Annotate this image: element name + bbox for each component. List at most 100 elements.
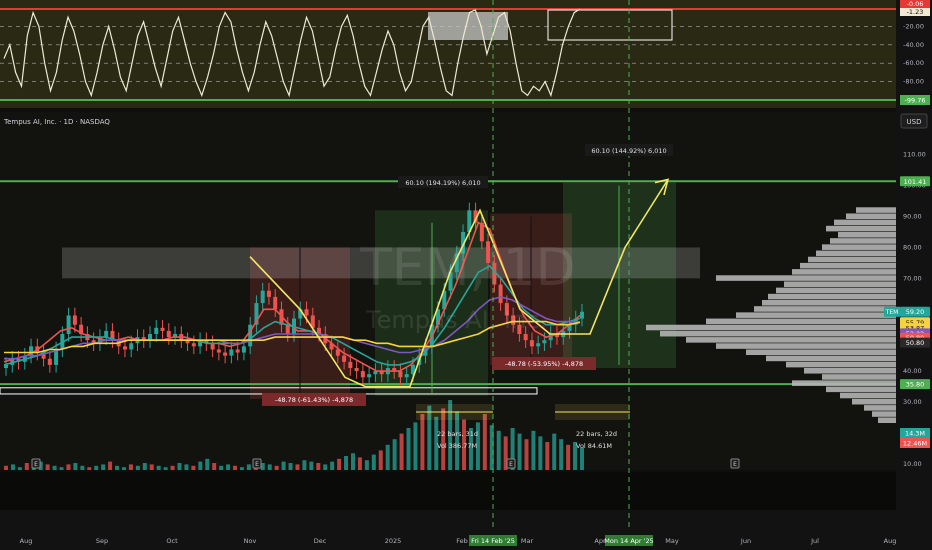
candle-body <box>542 340 547 344</box>
volume-bar <box>350 453 355 470</box>
volume-bar <box>496 430 501 470</box>
volume-bar <box>80 465 85 470</box>
time-tick: Aug <box>20 537 33 545</box>
volume-bar <box>399 433 404 470</box>
volume-bar <box>212 463 217 470</box>
currency-label: USD <box>907 118 922 126</box>
time-tick: Dec <box>314 537 327 545</box>
volume-bar <box>108 461 113 470</box>
volume-bar <box>371 454 376 470</box>
tradingview-chart[interactable]: Tempus AI, Inc. · 1D · NASDAQ USD TEM, 1… <box>0 0 932 550</box>
symbol-title[interactable]: Tempus AI, Inc. · 1D · NASDAQ <box>3 118 110 126</box>
volume-bar <box>455 411 460 470</box>
volume-bar <box>191 465 196 470</box>
candle-body <box>72 315 77 325</box>
price-tick: 90.00 <box>903 213 922 221</box>
range-vol-1: Vol 386.77M <box>437 442 477 450</box>
lower-pane <box>0 472 896 510</box>
volume-bar <box>559 439 564 470</box>
volume-bar <box>302 460 307 470</box>
time-tick: Sep <box>96 537 108 545</box>
volume-profile-row <box>660 330 896 337</box>
measure-loss-2: -48.78 (-53.95%) -4,878 <box>505 360 583 368</box>
volume-profile-row <box>872 411 896 417</box>
volume-bar <box>121 467 126 470</box>
oscillator-tick: -40.00 <box>903 41 924 49</box>
date-range-box <box>416 404 493 420</box>
volume-bar <box>45 464 50 470</box>
oscillator-tick: -20.00 <box>903 22 924 30</box>
oscillator-badge-label: -99.76 <box>905 97 926 105</box>
volume-bar <box>59 467 64 470</box>
volume-profile-row <box>716 343 896 349</box>
candle-body <box>210 343 215 350</box>
volume-bar <box>344 456 349 470</box>
candle-body <box>154 327 159 334</box>
volume-bar <box>219 465 224 470</box>
candle-body <box>580 311 584 319</box>
volume-bar <box>281 461 286 470</box>
volume-bar <box>163 467 168 470</box>
volume-bar <box>413 422 418 470</box>
volume-bar <box>205 458 210 470</box>
volume-bar <box>239 467 244 470</box>
volume-profile-row <box>864 405 896 411</box>
volume-badge-label: 12.46M <box>903 440 927 448</box>
candle-body <box>166 330 171 338</box>
volume-bar <box>4 465 8 470</box>
candle-body <box>160 327 165 331</box>
candle-body <box>348 361 353 368</box>
volume-profile-row <box>816 250 896 257</box>
volume-bar <box>24 463 29 470</box>
volume-profile-row <box>826 386 896 393</box>
range-vol-2: Vol 84.61M <box>576 442 612 450</box>
volume-bar <box>538 436 543 470</box>
candle-body <box>229 349 234 356</box>
candle-body <box>523 334 528 341</box>
price-tick: 80.00 <box>903 243 922 251</box>
candle-body <box>342 355 347 362</box>
volume-profile-row <box>792 269 896 275</box>
price-tick: 40.00 <box>903 367 922 375</box>
volume-profile-row <box>768 293 896 300</box>
price-badge-label: 59.20 <box>906 308 925 316</box>
candle-body <box>235 349 240 353</box>
volume-bar <box>316 463 321 470</box>
svg-text:E: E <box>733 461 737 468</box>
volume-bar <box>101 464 106 470</box>
volume-bar <box>309 461 314 470</box>
volume-bar <box>482 414 487 470</box>
candle-body <box>304 309 309 316</box>
volume-profile-row <box>856 207 896 213</box>
volume-bar <box>580 447 584 470</box>
svg-text:E: E <box>255 461 259 468</box>
volume-profile-row <box>762 300 896 306</box>
volume-profile-row <box>822 374 896 380</box>
volume-bar <box>357 457 362 470</box>
volume-bar <box>128 464 133 470</box>
volume-bar <box>330 461 335 470</box>
volume-profile-row <box>784 281 896 288</box>
volume-bar <box>364 460 369 470</box>
watermark-name: Tempus AI, Inc. <box>365 306 547 334</box>
measure-gain-2: 60.10 (144.92%) 6,010 <box>591 147 666 155</box>
volume-bar <box>170 465 175 470</box>
volume-bar <box>420 414 425 470</box>
measure-loss-1: -48.78 (-61.43%) -4,878 <box>275 396 353 404</box>
volume-bar <box>337 458 342 470</box>
candle-body <box>273 296 278 310</box>
volume-bar <box>66 464 71 470</box>
measure-gain-1: 60.10 (194.19%) 6,010 <box>405 179 480 187</box>
volume-bar <box>288 463 293 470</box>
candle-body <box>47 358 52 365</box>
volume-profile-row <box>776 287 896 294</box>
volume-profile-row <box>716 275 896 281</box>
oscillator-badge-label: -1.23 <box>907 8 924 16</box>
volume-profile-row <box>838 232 896 238</box>
volume-bar <box>385 444 390 470</box>
volume-bar <box>392 439 397 470</box>
candle-body <box>398 371 403 378</box>
volume-bar <box>149 464 154 470</box>
volume-bar <box>198 461 203 470</box>
time-tick: Feb <box>456 537 468 545</box>
